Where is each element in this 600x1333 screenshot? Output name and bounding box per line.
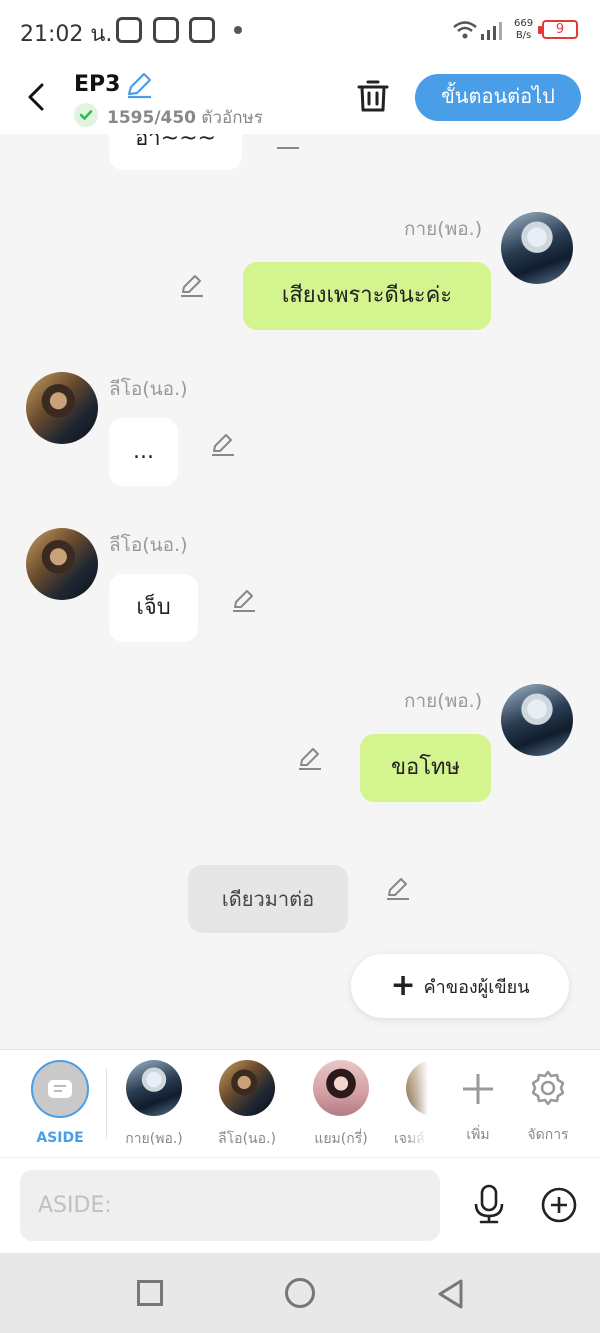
character-label: ASIDE <box>36 1130 84 1146</box>
message-bubble-left[interactable]: อ๋า~~~ <box>109 134 242 170</box>
character-label: กาย(พอ.) <box>125 1131 183 1147</box>
character-kai[interactable]: กาย(พอ.) <box>112 1060 196 1150</box>
edit-title-pencil-icon[interactable] <box>124 70 154 100</box>
chat-area[interactable]: อ๋า~~~ กาย(พอ.) เสียงเพราะดีนะค่ะ ลีโอ(น… <box>0 134 600 1049</box>
input-bar <box>0 1157 600 1253</box>
character-yam[interactable]: แยม(กรี่) <box>299 1060 383 1150</box>
message-text: เสียงเพราะดีนะค่ะ <box>281 282 453 308</box>
manage-characters-label: จัดการ <box>527 1127 569 1143</box>
character-leo[interactable]: ลีโอ(นอ.) <box>205 1060 289 1150</box>
microphone-icon[interactable] <box>472 1184 506 1224</box>
add-circle-icon[interactable] <box>540 1186 578 1224</box>
avatar-leo <box>219 1060 275 1116</box>
trash-icon[interactable] <box>356 78 390 114</box>
network-speed-value: 669 <box>514 18 534 29</box>
edit-message-pencil-icon[interactable] <box>274 134 302 152</box>
aside-bubble[interactable]: เดียวมาต่อ <box>188 865 348 933</box>
back-triangle-icon[interactable] <box>436 1278 466 1310</box>
aside-text: เดียวมาต่อ <box>221 887 315 911</box>
avatar-yam <box>313 1060 369 1116</box>
message-bubble-right[interactable]: เสียงเพราะดีนะค่ะ <box>243 262 491 330</box>
avatar-kai <box>501 684 573 756</box>
message-bubble-left[interactable]: เจ็บ <box>109 574 198 642</box>
battery-indicator: 9 <box>538 20 578 39</box>
next-step-button[interactable]: ขั้นตอนต่อไป <box>415 74 581 121</box>
speaker-name: ลีโอ(นอ.) <box>109 534 188 556</box>
avatar-kai <box>126 1060 182 1116</box>
edit-message-pencil-icon[interactable] <box>209 430 237 458</box>
verified-check-icon <box>74 103 98 127</box>
status-bar: 21:02 น. 669 B/s 9 <box>0 0 600 62</box>
character-aside[interactable]: ASIDE <box>18 1060 102 1146</box>
message-input[interactable] <box>20 1170 440 1241</box>
message-text: ... <box>133 438 154 464</box>
more-notifications-dot <box>234 26 242 34</box>
recent-apps-icon[interactable] <box>137 1280 163 1306</box>
character-label: แยม(กรี่) <box>314 1131 368 1147</box>
character-label: ลีโอ(นอ.) <box>218 1131 276 1147</box>
add-author-note-label: คำของผู้เขียน <box>423 976 530 998</box>
system-nav-bar <box>0 1253 600 1333</box>
avatar-kai <box>501 212 573 284</box>
character-count: 1595/450 ตัวอักษร <box>107 104 263 131</box>
speaker-name: กาย(พอ.) <box>404 690 483 712</box>
message-text: เจ็บ <box>136 594 171 620</box>
status-time: 21:02 น. <box>20 22 113 47</box>
edit-message-pencil-icon[interactable] <box>296 744 324 772</box>
aside-icon <box>31 1060 89 1118</box>
youtube-notification-icon <box>116 17 142 43</box>
episode-title: EP3 <box>74 72 121 97</box>
manage-characters-button[interactable]: จัดการ <box>506 1060 590 1146</box>
wifi-signal-icon <box>453 21 502 40</box>
back-arrow-icon[interactable] <box>22 80 52 114</box>
edit-message-pencil-icon[interactable] <box>178 271 206 299</box>
avatar-leo <box>26 372 98 444</box>
network-speed-unit: B/s <box>515 30 532 41</box>
header: EP3 1595/450 ตัวอักษร ขั้นตอนต่อไป <box>0 62 600 134</box>
plus-icon: + <box>390 968 416 1003</box>
add-author-note-button[interactable]: + คำของผู้เขียน <box>351 954 569 1018</box>
gear-icon <box>531 1070 565 1106</box>
message-text: ขอโทษ <box>390 754 461 780</box>
scroll-fade <box>404 1058 428 1150</box>
divider <box>106 1068 107 1138</box>
message-bubble-right[interactable]: ขอโทษ <box>360 734 491 802</box>
speaker-name: กาย(พอ.) <box>404 218 483 240</box>
speaker-name: ลีโอ(นอ.) <box>109 378 188 400</box>
instagram-notification-icon <box>153 17 179 43</box>
character-count-value: 1595/450 <box>107 108 197 128</box>
plus-icon <box>463 1074 493 1104</box>
app-notification-icon <box>189 17 215 43</box>
character-selector-bar: ASIDE กาย(พอ.) ลีโอ(นอ.) แยม(กรี่) เจมส์… <box>0 1049 600 1157</box>
avatar-leo <box>26 528 98 600</box>
home-icon[interactable] <box>285 1278 315 1308</box>
network-speed: 669 B/s <box>514 18 533 42</box>
character-count-unit: ตัวอักษร <box>201 108 263 128</box>
message-bubble-left[interactable]: ... <box>109 418 178 486</box>
edit-message-pencil-icon[interactable] <box>384 874 412 902</box>
message-text: อ๋า~~~ <box>135 134 216 151</box>
edit-message-pencil-icon[interactable] <box>230 586 258 614</box>
